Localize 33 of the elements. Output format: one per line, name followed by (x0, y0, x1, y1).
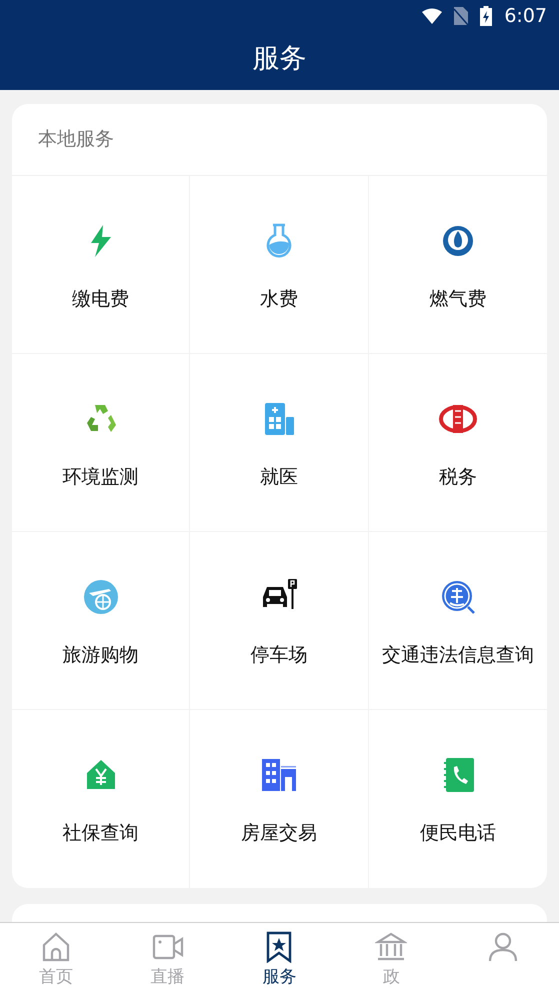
clock: 6:07 (504, 4, 547, 29)
tile-label: 社保查询 (62, 821, 139, 846)
service-tile[interactable]: 水费 (190, 176, 369, 354)
section-title: 本地服务 (38, 127, 114, 152)
service-tile[interactable]: 交通违法信息查询 (368, 532, 547, 710)
service-tile[interactable]: 旅游购物 (12, 532, 190, 710)
service-tile[interactable]: 房屋交易 (190, 710, 369, 888)
tile-label: 停车场 (250, 643, 308, 668)
service-tile[interactable]: 社保查询 (12, 710, 190, 888)
tile-label: 就医 (260, 465, 298, 490)
tile-label: 缴电费 (72, 287, 130, 312)
service-tile[interactable]: 便民电话 (368, 710, 547, 888)
person-icon (487, 931, 520, 963)
tile-label: 水费 (260, 287, 298, 312)
tile-label: 便民电话 (420, 821, 496, 846)
tile-label: 房屋交易 (240, 821, 317, 846)
service-tile[interactable]: 燃气费 (368, 176, 547, 354)
tile-label: 燃气费 (429, 287, 486, 312)
tile-label: 税务 (438, 465, 477, 490)
bank-icon (375, 931, 408, 963)
service-tile[interactable]: 停车场 (190, 532, 369, 710)
no-sim-icon (454, 7, 468, 25)
page-title: 服务 (252, 42, 306, 76)
service-tile[interactable]: 税务 (368, 354, 547, 532)
wifi-icon (422, 8, 442, 24)
tile-label: 环境监测 (62, 465, 139, 490)
tile-label: 旅游购物 (62, 643, 139, 668)
nav-tab[interactable]: 服务 (224, 923, 336, 994)
service-tile[interactable]: 环境监测 (12, 354, 190, 532)
tile-label: 交通违法信息查询 (382, 643, 534, 668)
service-tile[interactable]: 缴电费 (12, 176, 190, 354)
service-tile[interactable]: 就医 (190, 354, 369, 532)
battery-icon (480, 6, 492, 26)
